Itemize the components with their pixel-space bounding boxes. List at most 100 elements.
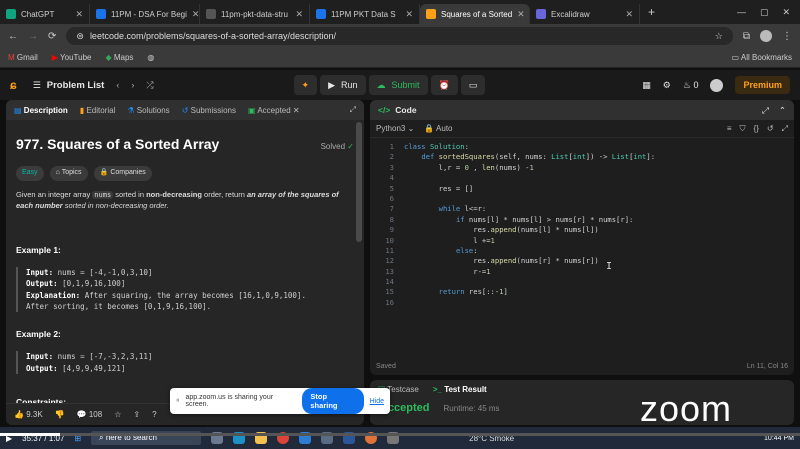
- lock-icon: 🔒: [99, 168, 109, 176]
- menu-icon[interactable]: ⋮: [782, 31, 792, 42]
- terminal-icon: >_: [432, 384, 442, 394]
- back-icon[interactable]: ←: [8, 31, 18, 42]
- expand-editor-icon[interactable]: ⤢: [782, 124, 788, 134]
- prev-problem-icon[interactable]: ‹: [116, 80, 119, 90]
- code-text: res = []: [404, 183, 474, 193]
- tab-description[interactable]: ▤ Description: [14, 106, 68, 115]
- tab-submissions[interactable]: ↺ Submissions: [182, 106, 236, 115]
- notes-button[interactable]: ▭: [460, 75, 486, 95]
- profile-avatar[interactable]: [760, 30, 772, 42]
- minimize-icon[interactable]: —: [737, 7, 746, 18]
- browser-tab[interactable]: Excalidraw ✕: [530, 4, 640, 24]
- tab-favicon-icon: [206, 9, 216, 19]
- tab-favicon-icon: [96, 9, 106, 19]
- tab-favicon-icon: [316, 9, 326, 19]
- reset-icon[interactable]: ↺: [767, 124, 774, 134]
- close-tab-icon[interactable]: ✕: [293, 106, 300, 115]
- line-number: 15: [385, 287, 394, 297]
- dislike-icon[interactable]: 👎: [55, 410, 65, 419]
- braces-icon[interactable]: {}: [754, 124, 759, 134]
- globe-icon[interactable]: ◍: [147, 53, 154, 62]
- url-field[interactable]: ⊜ leetcode.com/problems/squares-of-a-sor…: [66, 27, 733, 45]
- streak-counter[interactable]: ♨ 0: [683, 80, 699, 91]
- close-tab-icon[interactable]: ✕: [517, 9, 525, 20]
- cursor-position: Ln 11, Col 16: [746, 362, 788, 370]
- next-problem-icon[interactable]: ›: [131, 80, 134, 90]
- user-avatar[interactable]: [710, 78, 724, 92]
- browser-tab[interactable]: Squares of a Sorted ✕: [420, 4, 530, 24]
- language-select[interactable]: Python3 ⌄: [376, 124, 414, 133]
- all-bookmarks[interactable]: ▭ All Bookmarks: [732, 53, 792, 62]
- browser-tab[interactable]: 11PM PKT Data S ✕: [310, 4, 420, 24]
- tag-icon: ⌂: [55, 168, 60, 176]
- tab-solutions[interactable]: ⚗ Solutions: [127, 106, 169, 115]
- layout-icon[interactable]: ▦: [642, 80, 651, 91]
- difficulty-badge[interactable]: Easy: [16, 165, 44, 181]
- bookmark-gmail[interactable]: M Gmail: [8, 53, 38, 62]
- gmail-icon: M: [8, 53, 15, 62]
- reload-icon[interactable]: ⟳: [48, 31, 56, 42]
- settings-gear-icon[interactable]: ⚙: [663, 80, 671, 91]
- extensions-icon[interactable]: ⧉: [743, 31, 750, 42]
- code-text: res.append(nums[l] * nums[l]): [404, 225, 599, 235]
- expand-panel-icon[interactable]: ⤢: [350, 105, 356, 115]
- hide-link[interactable]: Hide: [370, 398, 384, 405]
- tab-accepted[interactable]: ▣ Accepted ✕: [248, 106, 300, 115]
- code-editor[interactable]: 1 class Solution: 2 def sortedSquares(self…: [370, 138, 794, 353]
- line-number: 6: [389, 193, 394, 203]
- problem-list-icon[interactable]: ☰: [33, 80, 41, 91]
- site-info-icon[interactable]: ⊜: [76, 31, 84, 42]
- tab-test-result[interactable]: >_ Test Result: [433, 385, 487, 394]
- new-tab-icon[interactable]: +: [648, 5, 655, 19]
- close-window-icon[interactable]: ✕: [782, 7, 790, 18]
- help-icon[interactable]: ?: [152, 410, 156, 419]
- bookmark-icon[interactable]: ⛉: [740, 124, 746, 134]
- check-circle-icon: ✓: [347, 141, 354, 151]
- tab-favicon-icon: [536, 9, 546, 19]
- auto-mode[interactable]: 🔒 Auto: [424, 124, 452, 133]
- bookmark-star-icon[interactable]: ☆: [715, 31, 723, 42]
- bookmark-youtube[interactable]: ▶ YouTube: [52, 53, 92, 62]
- code-text: class Solution:: [404, 142, 469, 151]
- saved-status: Saved: [376, 362, 396, 370]
- debug-button[interactable]: ✦: [293, 75, 318, 95]
- browser-tab[interactable]: ChatGPT ✕: [0, 4, 90, 24]
- companies-tag[interactable]: 🔒 Companies: [93, 165, 152, 181]
- line-number: 12: [385, 256, 394, 266]
- code-line: 13 r-=1: [370, 267, 794, 277]
- stop-sharing-button[interactable]: Stop sharing: [302, 388, 364, 414]
- close-tab-icon[interactable]: ✕: [405, 9, 413, 20]
- maximize-icon[interactable]: ▢: [760, 7, 769, 18]
- code-text: l,r = 0 , len(nums) -1: [404, 162, 534, 172]
- code-tab[interactable]: Code: [395, 105, 416, 115]
- topics-tag[interactable]: ⌂ Topics: [49, 165, 88, 181]
- tab-editorial[interactable]: ▮ Editorial: [80, 106, 116, 115]
- timer-button[interactable]: ⏰: [430, 75, 458, 95]
- like-button[interactable]: 👍 9.3K: [14, 410, 43, 419]
- close-tab-icon[interactable]: ✕: [625, 9, 633, 20]
- favorite-star-icon[interactable]: ☆: [114, 410, 121, 419]
- bookmark-maps[interactable]: ◆ Maps: [105, 53, 133, 62]
- browser-tab[interactable]: 11PM - DSA For Begi ✕: [90, 4, 200, 24]
- leetcode-logo-icon[interactable]: ɕ: [10, 78, 17, 92]
- note-icon: ▭: [468, 79, 478, 90]
- problem-list-link[interactable]: Problem List: [47, 80, 105, 91]
- submit-button[interactable]: ☁ Submit: [368, 75, 428, 95]
- premium-button[interactable]: Premium: [735, 76, 790, 94]
- comments-button[interactable]: 💬 108: [77, 410, 103, 419]
- run-button[interactable]: ▶ Run: [320, 75, 366, 95]
- browser-tab[interactable]: 11pm-pkt-data-stru ✕: [200, 4, 310, 24]
- video-scrubber[interactable]: [0, 433, 800, 436]
- format-icon[interactable]: ≡: [727, 124, 732, 134]
- close-tab-icon[interactable]: ✕: [192, 9, 199, 20]
- code-line: 5 res = []: [370, 184, 794, 194]
- close-tab-icon[interactable]: ✕: [295, 9, 303, 20]
- description-scrollbar[interactable]: [356, 122, 362, 242]
- close-tab-icon[interactable]: ✕: [75, 9, 83, 20]
- shuffle-icon[interactable]: ⤮: [146, 80, 153, 91]
- share-icon[interactable]: ⇪: [133, 410, 140, 419]
- fullscreen-icon[interactable]: ⤢: [762, 105, 769, 116]
- code-text: return res[::-1]: [438, 287, 508, 297]
- forward-icon[interactable]: →: [28, 31, 38, 42]
- collapse-icon[interactable]: ⌃: [779, 105, 786, 116]
